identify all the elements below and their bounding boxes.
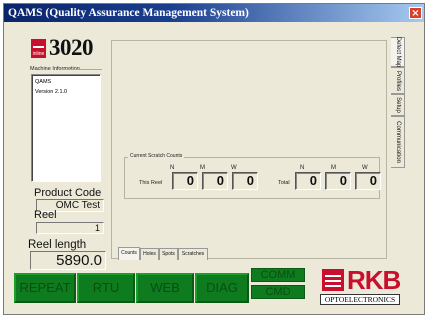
total-n-count: 0 [295,172,321,190]
total-label: Total [278,180,290,186]
logo-mark: inline [31,39,46,58]
left-panel: inline 3020 Machine Information QAMS Ver… [4,22,112,282]
app-window: QAMS (Quality Assurance Management Syste… [3,3,425,315]
tab-scratches[interactable]: Scratches [178,248,208,260]
title-bar: QAMS (Quality Assurance Management Syste… [4,4,424,22]
window-title: QAMS (Quality Assurance Management Syste… [8,7,249,19]
machine-info-box: QAMS Version 2.1.0 [31,74,101,182]
reel-length-label: Reel length [28,239,87,251]
tab-counts[interactable]: Counts [118,247,140,260]
tab-communication[interactable]: Communication [391,116,405,168]
tab-setup[interactable]: Setup [391,94,405,116]
diag-indicator[interactable]: DIAG [195,273,249,303]
web-indicator[interactable]: WEB [136,273,194,303]
tab-spots[interactable]: Spots [159,248,178,260]
rkb-brand-sub: OPTOELECTRONICS [320,294,400,305]
total-w-count: 0 [355,172,381,190]
reel-value: 1 [36,222,104,234]
logo-text: 3020 [49,35,94,60]
col-header-n: N [170,165,175,171]
reel-length-value: 5890.0 [30,251,106,270]
close-icon[interactable]: × [409,7,422,19]
total-m-count: 0 [325,172,351,190]
col-header-w: W [362,165,368,171]
rkb-logo: RKB OPTOELECTRONICS [320,265,401,306]
product-code-label: Product Code [34,187,102,199]
counts-panel: Current Scratch Counts N M W This Reel 0… [111,40,387,259]
tab-holes[interactable]: Holes [140,248,159,260]
rkb-brand-name: RKB [347,265,401,295]
col-header-n: N [300,165,305,171]
this-reel-w-count: 0 [232,172,258,190]
col-header-m: M [331,165,336,171]
col-header-m: M [200,165,205,171]
cmd-indicator: CMD [251,285,305,299]
this-reel-m-count: 0 [202,172,228,190]
machine-info-line: Version 2.1.0 [35,89,68,95]
scratch-counts-group: Current Scratch Counts N M W This Reel 0… [124,153,381,199]
this-reel-label: This Reel [139,180,163,186]
reel-label: Reel [34,209,57,221]
repeat-indicator[interactable]: REPEAT [14,273,76,303]
col-header-w: W [231,165,237,171]
machine-info-line: QAMS [35,79,52,85]
scratch-counts-title: Current Scratch Counts [128,153,185,159]
comm-indicator: COMM [251,268,305,282]
this-reel-n-count: 0 [172,172,198,190]
tab-profiles[interactable]: Profiles [391,67,405,94]
rtu-indicator[interactable]: RTU [77,273,135,303]
rkb-mark [322,269,344,291]
tab-defect-map[interactable]: Defect Map [391,37,405,67]
